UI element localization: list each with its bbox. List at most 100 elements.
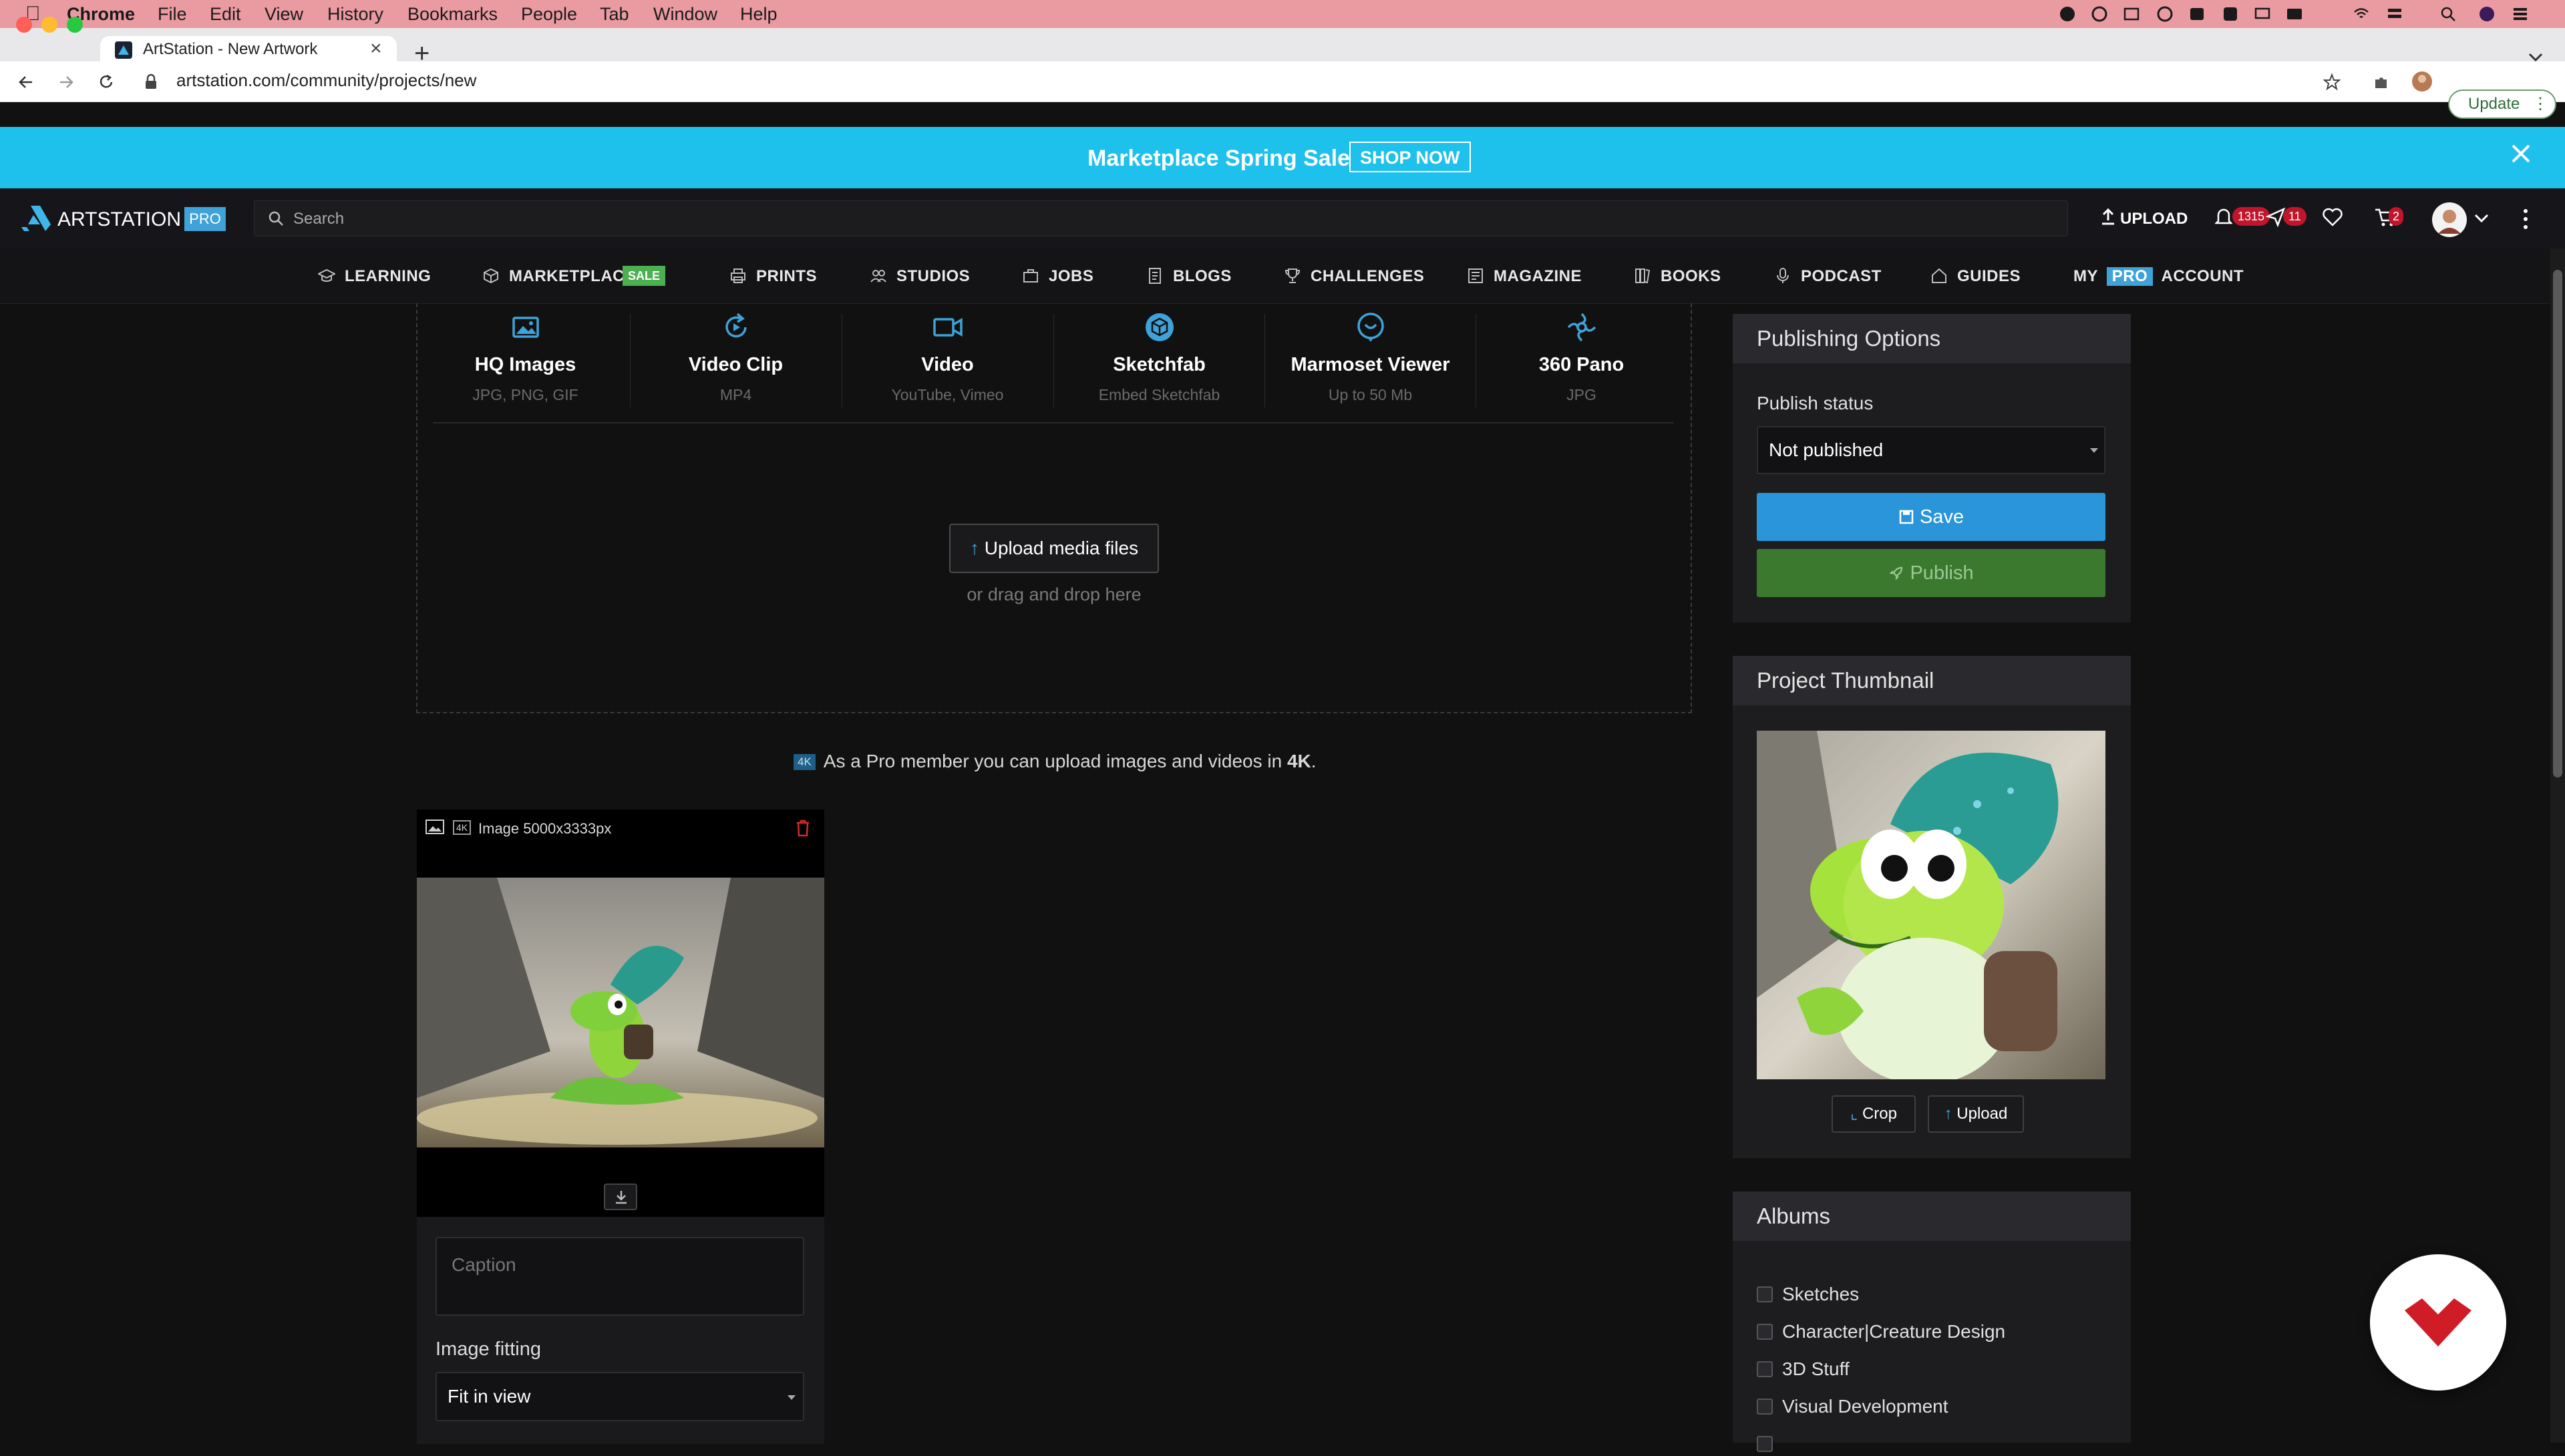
media-type-title: 360 Pano: [1538, 354, 1624, 375]
user-menu-chevron-icon[interactable]: [2474, 214, 2489, 223]
nav-books[interactable]: BOOKS: [1661, 267, 1721, 286]
menu-bookmarks[interactable]: Bookmarks: [407, 0, 498, 28]
nav-my-account[interactable]: MY PRO ACCOUNT: [2073, 267, 2244, 286]
select-caret-icon: [2090, 448, 2098, 453]
menu-help[interactable]: Help: [740, 0, 778, 28]
creative-cloud-icon[interactable]: [2091, 5, 2108, 23]
nav-learning[interactable]: LEARNING: [345, 267, 431, 286]
window-zoom-icon[interactable]: [67, 17, 83, 33]
shop-now-button[interactable]: SHOP NOW: [1349, 142, 1471, 172]
menu-view[interactable]: View: [265, 0, 303, 28]
nav-blogs[interactable]: BLOGS: [1173, 267, 1232, 286]
display-icon[interactable]: [2286, 5, 2303, 23]
thumbnail-upload-button[interactable]: ↑ Upload: [1928, 1095, 2024, 1133]
profile-avatar-icon[interactable]: [2411, 71, 2433, 92]
circle-status-icon[interactable]: [2156, 5, 2174, 23]
screen-mirror-icon[interactable]: [2254, 5, 2271, 23]
nav-jobs[interactable]: JOBS: [1049, 267, 1093, 286]
page-scrollbar-thumb[interactable]: [2553, 270, 2562, 777]
nav-guides[interactable]: GUIDES: [1957, 267, 2021, 286]
publish-button[interactable]: Publish: [1757, 549, 2105, 597]
albums-title: Albums: [1733, 1192, 2131, 1241]
magazine-icon: [1468, 268, 1483, 283]
document-icon: [1149, 268, 1161, 284]
address-bar-url[interactable]: artstation.com/community/projects/new: [176, 70, 476, 91]
search-icon: [269, 211, 283, 226]
wifi-icon[interactable]: [2353, 5, 2370, 23]
upload-media-label: Upload media files: [984, 538, 1139, 558]
browser-update-button[interactable]: Update ⋮: [2448, 89, 2556, 119]
forward-arrow-icon[interactable]: [57, 73, 75, 91]
site-search-input[interactable]: Search: [254, 200, 2068, 236]
publish-status-select[interactable]: Not published: [1757, 426, 2105, 474]
nav-studios[interactable]: STUDIOS: [896, 267, 970, 286]
lock-icon[interactable]: [144, 73, 158, 91]
crop-button[interactable]: ⌞ Crop: [1832, 1095, 1916, 1133]
media-type-sketchfab[interactable]: Sketchfab Embed Sketchfab: [1054, 303, 1264, 423]
artstation-logo-text[interactable]: ARTSTATION: [57, 208, 181, 231]
media-type-360-pano[interactable]: 360 Pano JPG: [1476, 303, 1687, 423]
nav-marketplace[interactable]: MARKETPLACE: [509, 267, 636, 286]
microphone-icon: [1777, 268, 1789, 283]
album-checkbox[interactable]: [1757, 1361, 1773, 1377]
menu-history[interactable]: History: [327, 0, 383, 28]
spotlight-search-icon[interactable]: [2439, 5, 2457, 23]
notifications-bell-icon[interactable]: [2215, 207, 2232, 227]
upload-media-files-button[interactable]: ↑ Upload media files: [949, 524, 1159, 573]
extensions-puzzle-icon[interactable]: [2373, 73, 2390, 91]
nav-challenges[interactable]: CHALLENGES: [1311, 267, 1424, 286]
s-app-icon[interactable]: [2222, 5, 2239, 23]
nav-prints[interactable]: PRINTS: [756, 267, 817, 286]
header-more-kebab-icon[interactable]: [2522, 208, 2529, 230]
video-camera-icon: [933, 317, 963, 337]
media-type-title: Video: [921, 354, 974, 375]
menu-edit[interactable]: Edit: [210, 0, 241, 28]
trash-delete-icon[interactable]: [795, 819, 811, 838]
album-checkbox[interactable]: [1757, 1324, 1773, 1340]
album-label: Sketches: [1782, 1284, 1860, 1304]
nav-podcast[interactable]: PODCAST: [1801, 267, 1882, 286]
menu-file[interactable]: File: [158, 0, 187, 28]
download-image-button[interactable]: [604, 1184, 637, 1210]
save-button[interactable]: Save: [1757, 493, 2105, 541]
caption-textarea[interactable]: Caption: [436, 1237, 804, 1316]
favorites-heart-icon[interactable]: [2322, 207, 2343, 227]
album-label: Visual Development: [1782, 1396, 1948, 1417]
upload-arrow-icon[interactable]: [2100, 207, 2116, 226]
menu-window[interactable]: Window: [653, 0, 717, 28]
user-avatar[interactable]: [2431, 202, 2467, 238]
media-type-video-clip[interactable]: Video Clip MP4: [631, 303, 841, 423]
my-label: MY: [2073, 267, 2098, 285]
status-app-icon[interactable]: [2059, 5, 2076, 23]
media-type-marmoset[interactable]: Marmoset Viewer Up to 50 Mb: [1265, 303, 1476, 423]
media-type-hq-images[interactable]: HQ Images JPG, PNG, GIF: [420, 303, 631, 423]
media-type-subtitle: MP4: [719, 386, 752, 403]
back-arrow-icon[interactable]: [17, 73, 35, 91]
banner-close-icon[interactable]: [2510, 143, 2532, 164]
siri-icon[interactable]: [2478, 5, 2496, 23]
artstation-logo-icon[interactable]: [20, 204, 52, 232]
image-fitting-select[interactable]: Fit in view: [436, 1372, 804, 1421]
album-checkbox[interactable]: [1757, 1286, 1773, 1302]
bookmark-star-icon[interactable]: [2323, 73, 2341, 91]
window-close-icon[interactable]: [16, 17, 32, 33]
menu-tab[interactable]: Tab: [600, 0, 629, 28]
reload-icon[interactable]: [98, 73, 115, 91]
browser-tab-active[interactable]: ArtStation - New Artwork ×: [100, 36, 397, 61]
chat-support-button[interactable]: [2370, 1254, 2506, 1391]
window-status-icon[interactable]: [2123, 5, 2140, 23]
album-checkbox[interactable]: [1757, 1399, 1773, 1415]
pano-icon: [1567, 313, 1596, 342]
tab-close-icon[interactable]: ×: [370, 37, 382, 60]
nav-magazine[interactable]: MAGAZINE: [1494, 267, 1582, 286]
notification-center-icon[interactable]: [2512, 5, 2529, 23]
menu-people[interactable]: People: [521, 0, 577, 28]
control-center-icon[interactable]: [2386, 5, 2403, 23]
home-icon: [1932, 268, 1946, 283]
calendar-status-icon[interactable]: [2188, 5, 2206, 23]
album-checkbox[interactable]: [1757, 1436, 1773, 1452]
refresh-video-icon: [725, 313, 747, 338]
window-minimize-icon[interactable]: [41, 17, 57, 33]
media-type-video[interactable]: Video YouTube, Vimeo: [842, 303, 1053, 423]
header-upload-button[interactable]: UPLOAD: [2120, 210, 2188, 228]
